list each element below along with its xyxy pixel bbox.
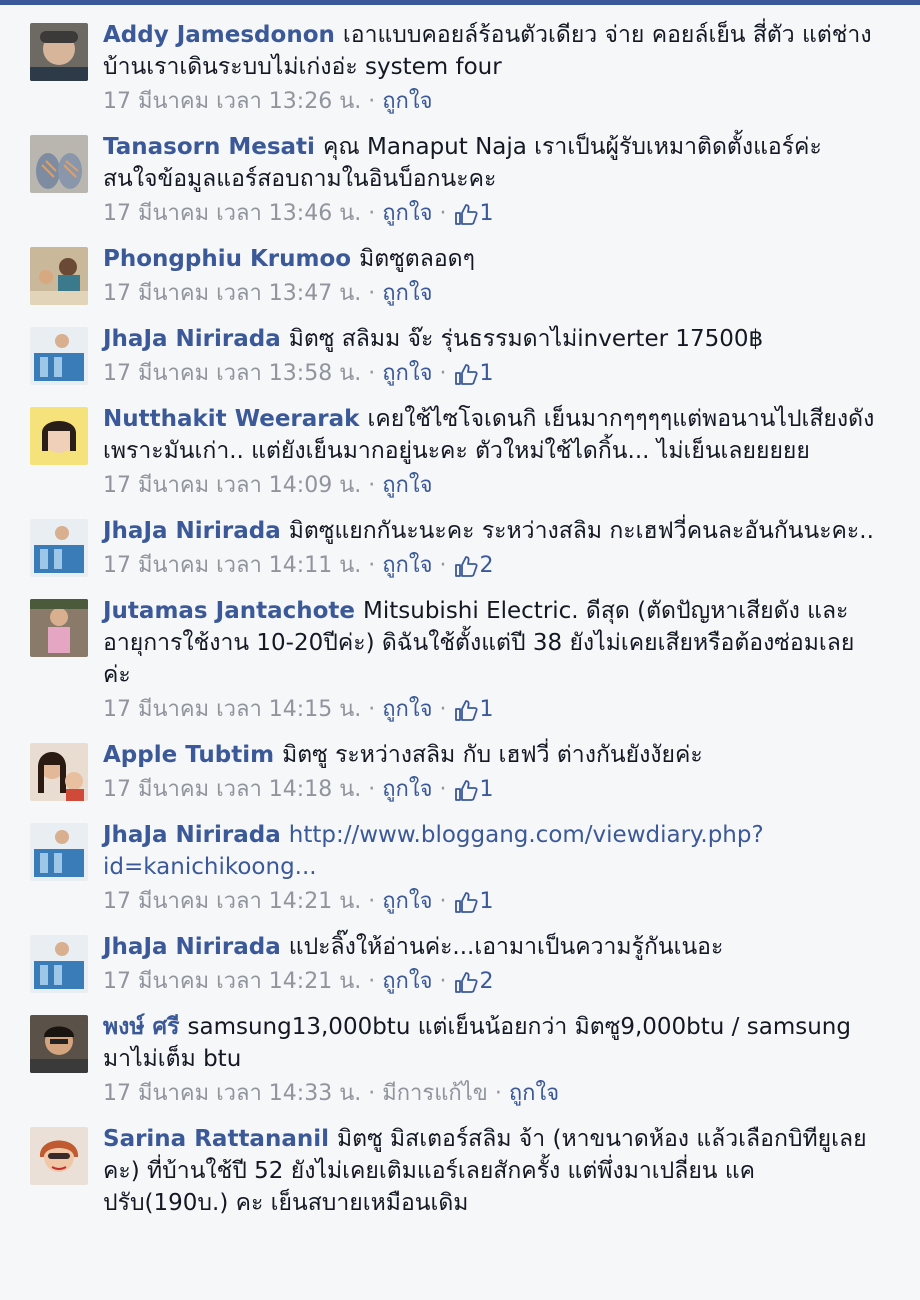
comment-meta: 17 มีนาคม เวลา 14:09 น. · ถูกใจ — [103, 471, 880, 501]
thumbs-up-icon — [454, 556, 478, 577]
comment-meta: 17 มีนาคม เวลา 13:47 น. · ถูกใจ — [103, 279, 880, 309]
comment-meta: 17 มีนาคม เวลา 13:46 น. · ถูกใจ · 1 — [103, 199, 880, 229]
avatar[interactable] — [30, 1015, 88, 1073]
like-count-value: 1 — [479, 697, 494, 722]
avatar[interactable] — [30, 327, 88, 385]
comment-meta: 17 มีนาคม เวลา 14:11 น. · ถูกใจ · 2 — [103, 551, 880, 581]
timestamp[interactable]: 17 มีนาคม เวลา 14:09 น. — [103, 471, 361, 501]
comment-text: มิตซู สลิมม จ๊ะ รุ่นธรรมดาไม่inverter 17… — [288, 326, 764, 352]
like-count[interactable]: 1 — [454, 359, 494, 389]
author-name[interactable]: Tanasorn Mesati — [103, 134, 315, 160]
comment: Phongphiu Krumoo มิตซูตลอดๆ 17 มีนาคม เวล… — [0, 237, 920, 317]
like-count-value: 1 — [479, 777, 494, 802]
like-link[interactable]: ถูกใจ — [382, 87, 432, 117]
like-count[interactable]: 2 — [454, 551, 494, 581]
timestamp[interactable]: 17 มีนาคม เวลา 13:26 น. — [103, 87, 361, 117]
comment: Addy Jamesdonon เอาแบบคอยล์ร้อนตัวเดียว จ… — [0, 13, 920, 125]
comment: JhaJa Nirirada แปะลิ๊งให้อ่านค่ะ...เอามาเ… — [0, 925, 920, 1005]
author-name[interactable]: JhaJa Nirirada — [103, 326, 281, 352]
author-name[interactable]: Jutamas Jantachote — [103, 598, 355, 624]
author-name[interactable]: พงษ์ ศรี — [103, 1014, 180, 1040]
like-count[interactable]: 1 — [454, 887, 494, 917]
like-link[interactable]: ถูกใจ — [382, 551, 432, 581]
avatar[interactable] — [30, 519, 88, 577]
comment-meta: 17 มีนาคม เวลา 14:21 น. · ถูกใจ · 2 — [103, 967, 880, 997]
comment-meta: 17 มีนาคม เวลา 14:33 น. · มีการแก้ไข · ถ… — [103, 1079, 880, 1109]
like-count-value: 2 — [479, 553, 494, 578]
avatar[interactable] — [30, 247, 88, 305]
author-name[interactable]: JhaJa Nirirada — [103, 518, 281, 544]
comment-text: samsung13,000btu แต่เย็นน้อยกว่า มิตซู9,… — [103, 1014, 851, 1072]
like-count[interactable]: 1 — [454, 775, 494, 805]
avatar[interactable] — [30, 599, 88, 657]
avatar[interactable] — [30, 743, 88, 801]
thumbs-up-icon — [454, 972, 478, 993]
like-count-value: 1 — [479, 361, 494, 386]
author-name[interactable]: JhaJa Nirirada — [103, 934, 281, 960]
like-link[interactable]: ถูกใจ — [382, 359, 432, 389]
comment-meta: 17 มีนาคม เวลา 14:21 น. · ถูกใจ · 1 — [103, 887, 880, 917]
comment: Apple Tubtim มิตซู ระหว่างสลิม กับ เฮฟวี่… — [0, 733, 920, 813]
like-link[interactable]: ถูกใจ — [382, 199, 432, 229]
like-link[interactable]: ถูกใจ — [382, 967, 432, 997]
comment: JhaJa Nirirada http://www.bloggang.com/vi… — [0, 813, 920, 925]
author-name[interactable]: JhaJa Nirirada — [103, 822, 281, 848]
timestamp[interactable]: 17 มีนาคม เวลา 14:21 น. — [103, 967, 361, 997]
avatar[interactable] — [30, 135, 88, 193]
comment-meta: 17 มีนาคม เวลา 13:26 น. · ถูกใจ — [103, 87, 880, 117]
edited-label[interactable]: มีการแก้ไข — [382, 1079, 488, 1109]
like-count[interactable]: 1 — [454, 695, 494, 725]
author-name[interactable]: Apple Tubtim — [103, 742, 274, 768]
avatar[interactable] — [30, 407, 88, 465]
comment: Sarina Rattananil มิตซู มิสเตอร์สลิม จ้า … — [0, 1117, 920, 1219]
thumbs-up-icon — [454, 364, 478, 385]
author-name[interactable]: Phongphiu Krumoo — [103, 246, 351, 272]
timestamp[interactable]: 17 มีนาคม เวลา 13:58 น. — [103, 359, 361, 389]
like-count[interactable]: 2 — [454, 967, 494, 997]
timestamp[interactable]: 17 มีนาคม เวลา 14:33 น. — [103, 1079, 361, 1109]
like-count-value: 2 — [479, 969, 494, 994]
author-name[interactable]: Sarina Rattananil — [103, 1126, 329, 1152]
comment-text: มิตซูตลอดๆ — [359, 246, 475, 272]
comment-list: Addy Jamesdonon เอาแบบคอยล์ร้อนตัวเดียว จ… — [0, 5, 920, 1219]
like-link[interactable]: ถูกใจ — [382, 471, 432, 501]
comment-text: แปะลิ๊งให้อ่านค่ะ...เอามาเป็นความรู้กันเ… — [288, 934, 724, 960]
like-link[interactable]: ถูกใจ — [509, 1079, 559, 1109]
like-count-value: 1 — [479, 201, 494, 226]
avatar[interactable] — [30, 935, 88, 993]
comment-text: มิตซู ระหว่างสลิม กับ เฮฟวี่ ต่างกันยังง… — [282, 742, 703, 768]
author-name[interactable]: Addy Jamesdonon — [103, 22, 335, 48]
comment: JhaJa Nirirada มิตซูแยกกันะนะคะ ระหว่างสล… — [0, 509, 920, 589]
timestamp[interactable]: 17 มีนาคม เวลา 14:21 น. — [103, 887, 361, 917]
comment-meta: 17 มีนาคม เวลา 14:15 น. · ถูกใจ · 1 — [103, 695, 880, 725]
comment-meta: 17 มีนาคม เวลา 13:58 น. · ถูกใจ · 1 — [103, 359, 880, 389]
author-name[interactable]: Nutthakit Weerarak — [103, 406, 359, 432]
comment: Nutthakit Weerarak เคยใช้ไซโจเดนกิ เย็นมา… — [0, 397, 920, 509]
like-link[interactable]: ถูกใจ — [382, 775, 432, 805]
timestamp[interactable]: 17 มีนาคม เวลา 13:46 น. — [103, 199, 361, 229]
timestamp[interactable]: 17 มีนาคม เวลา 13:47 น. — [103, 279, 361, 309]
thumbs-up-icon — [454, 780, 478, 801]
thumbs-up-icon — [454, 700, 478, 721]
comment-text: มิตซูแยกกันะนะคะ ระหว่างสลิม กะเฮฟวี่คนล… — [288, 518, 874, 544]
comment-meta: 17 มีนาคม เวลา 14:18 น. · ถูกใจ · 1 — [103, 775, 880, 805]
comment: พงษ์ ศรี samsung13,000btu แต่เย็นน้อยกว่า… — [0, 1005, 920, 1117]
comment: Jutamas Jantachote Mitsubishi Electric. ด… — [0, 589, 920, 733]
avatar[interactable] — [30, 1127, 88, 1185]
like-count-value: 1 — [479, 889, 494, 914]
like-link[interactable]: ถูกใจ — [382, 695, 432, 725]
thumbs-up-icon — [454, 892, 478, 913]
avatar[interactable] — [30, 823, 88, 881]
like-link[interactable]: ถูกใจ — [382, 887, 432, 917]
like-link[interactable]: ถูกใจ — [382, 279, 432, 309]
timestamp[interactable]: 17 มีนาคม เวลา 14:11 น. — [103, 551, 361, 581]
comment: Tanasorn Mesati คุณ Manaput Naja เราเป็นผ… — [0, 125, 920, 237]
thumbs-up-icon — [454, 204, 478, 225]
timestamp[interactable]: 17 มีนาคม เวลา 14:18 น. — [103, 775, 361, 805]
comment: JhaJa Nirirada มิตซู สลิมม จ๊ะ รุ่นธรรมดา… — [0, 317, 920, 397]
like-count[interactable]: 1 — [454, 199, 494, 229]
timestamp[interactable]: 17 มีนาคม เวลา 14:15 น. — [103, 695, 361, 725]
avatar[interactable] — [30, 23, 88, 81]
